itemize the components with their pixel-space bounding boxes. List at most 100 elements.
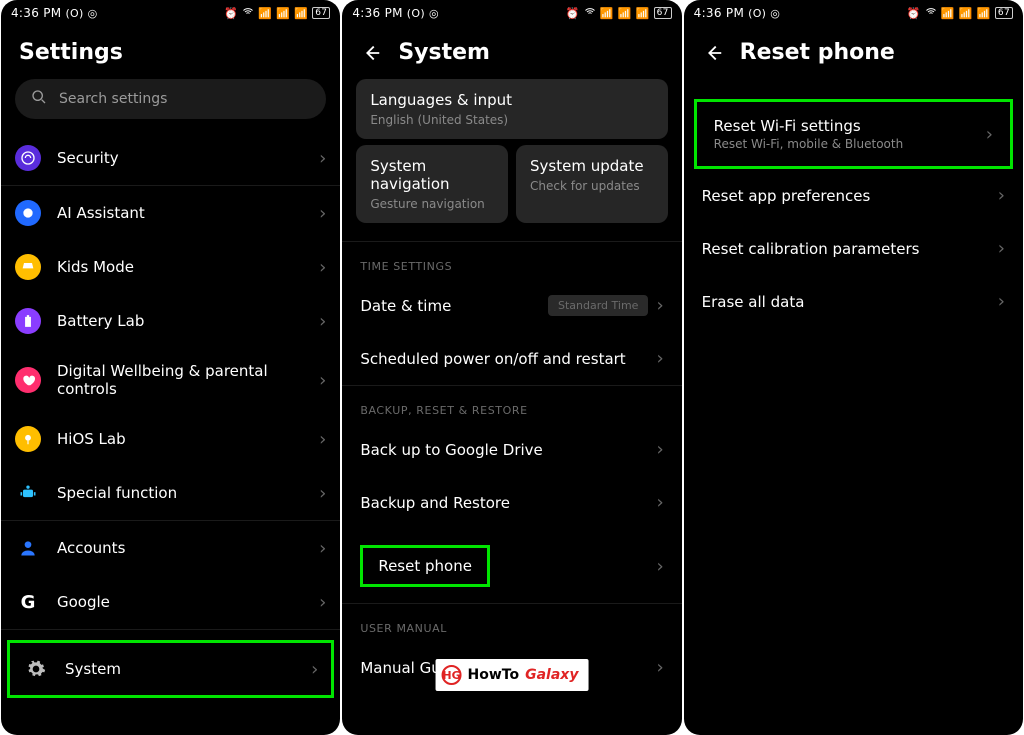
row-label: AI Assistant [57, 204, 303, 222]
chevron-right-icon: › [656, 348, 663, 369]
wifi-icon [242, 6, 254, 20]
hios-lab-icon [15, 426, 41, 452]
card-title: Languages & input [370, 91, 653, 109]
battery-icon: 67 [312, 7, 330, 19]
alarm-icon: ⏰ [566, 8, 580, 19]
signal-icon: 📶 [294, 8, 308, 19]
chevron-right-icon: › [656, 295, 663, 316]
row-erase-all-data[interactable]: Erase all data › [684, 275, 1023, 328]
row-backup-restore[interactable]: Backup and Restore › [342, 476, 681, 529]
signal-icon: 📶 [959, 8, 973, 19]
row-label: Reset Wi-Fi settings [714, 117, 978, 135]
status-bar: 4:36 PM (O) ◎ ⏰ 📶 📶 📶 67 [684, 0, 1023, 22]
row-label: Erase all data [702, 293, 990, 311]
page-header: Settings [1, 22, 340, 79]
special-fn-icon [15, 480, 41, 506]
settings-row-kids-mode[interactable]: Kids Mode › [1, 240, 340, 294]
chevron-right-icon: › [319, 592, 326, 613]
card-languages-input[interactable]: Languages & input English (United States… [356, 79, 667, 139]
card-system-navigation[interactable]: System navigation Gesture navigation [356, 145, 508, 223]
row-label: System [65, 660, 295, 678]
chevron-right-icon: › [656, 492, 663, 513]
chevron-right-icon: › [319, 148, 326, 169]
row-scheduled-power[interactable]: Scheduled power on/off and restart › [342, 332, 681, 385]
row-reset-wifi[interactable]: Reset Wi-Fi settings Reset Wi-Fi, mobile… [694, 99, 1013, 169]
page-title: Reset phone [740, 40, 895, 65]
row-label: Battery Lab [57, 312, 303, 330]
watermark-text-2: Galaxy [525, 667, 578, 683]
chevron-right-icon: › [319, 483, 326, 504]
settings-row-wellbeing[interactable]: Digital Wellbeing & parental controls › [1, 348, 340, 412]
row-reset-app-prefs[interactable]: Reset app preferences › [684, 169, 1023, 222]
system-icon [23, 656, 49, 682]
row-label: Reset calibration parameters [702, 240, 990, 258]
page-header: System [342, 22, 681, 79]
row-date-time[interactable]: Date & time Standard Time › [342, 279, 681, 332]
chevron-right-icon: › [998, 291, 1005, 312]
settings-row-hios-lab[interactable]: HiOS Lab › [1, 412, 340, 466]
back-button[interactable] [360, 42, 382, 64]
page-title: Settings [19, 40, 123, 65]
settings-row-google[interactable]: G Google › [1, 575, 340, 629]
search-icon [31, 89, 47, 109]
settings-row-system[interactable]: System › [7, 640, 334, 698]
settings-row-security[interactable]: Security › [1, 131, 340, 185]
chevron-right-icon: › [319, 538, 326, 559]
row-label: Kids Mode [57, 258, 303, 276]
three-screens: 4:36 PM (O) ◎ ⏰ 📶 📶 📶 67 Settings [0, 0, 1024, 735]
chevron-right-icon: › [998, 238, 1005, 259]
wifi-icon [925, 6, 937, 20]
status-time: 4:36 PM [11, 6, 61, 20]
row-label: HiOS Lab [57, 430, 303, 448]
section-user-manual: USER MANUAL [342, 604, 681, 641]
chevron-right-icon: › [656, 556, 663, 577]
status-time: 4:36 PM [352, 6, 402, 20]
settings-row-special-function[interactable]: Special function › [1, 466, 340, 520]
row-label: Accounts [57, 539, 303, 557]
watermark-badge: HG HowTo Galaxy [436, 659, 589, 691]
ai-assistant-icon [15, 200, 41, 226]
status-dot-icon: ◎ [429, 8, 439, 19]
card-title: System navigation [370, 157, 494, 193]
status-bar: 4:36 PM (O) ◎ ⏰ 📶 📶 📶 67 [1, 0, 340, 22]
status-dot-icon: ◎ [88, 8, 98, 19]
card-system-update[interactable]: System update Check for updates [516, 145, 668, 223]
signal-icon: 📶 [600, 8, 614, 19]
security-icon [15, 145, 41, 171]
status-dot-icon: (O) [407, 8, 425, 19]
row-backup-gdrive[interactable]: Back up to Google Drive › [342, 423, 681, 476]
section-time-settings: TIME SETTINGS [342, 242, 681, 279]
search-input[interactable]: Search settings [15, 79, 326, 119]
section-backup-reset: BACKUP, RESET & RESTORE [342, 386, 681, 423]
row-sublabel: Reset Wi-Fi, mobile & Bluetooth [714, 137, 978, 151]
settings-row-accounts[interactable]: Accounts › [1, 521, 340, 575]
row-reset-calibration[interactable]: Reset calibration parameters › [684, 222, 1023, 275]
signal-icon: 📶 [977, 8, 991, 19]
settings-row-battery-lab[interactable]: Battery Lab › [1, 294, 340, 348]
watermark-text-1: HowTo [468, 667, 520, 683]
card-subtitle: Check for updates [530, 179, 654, 193]
alarm-icon: ⏰ [224, 8, 238, 19]
chevron-right-icon: › [656, 439, 663, 460]
row-label: Backup and Restore [360, 494, 648, 512]
page-header: Reset phone [684, 22, 1023, 79]
signal-icon: 📶 [618, 8, 632, 19]
back-button[interactable] [702, 42, 724, 64]
watermark-logo-icon: HG [442, 665, 462, 685]
row-label: Back up to Google Drive [360, 441, 648, 459]
phone-screen-system: 4:36 PM (O) ◎ ⏰ 📶 📶 📶 67 System [342, 0, 681, 735]
row-reset-phone[interactable]: Reset phone › [342, 529, 681, 603]
row-label: Special function [57, 484, 303, 502]
row-label: Security [57, 149, 303, 167]
accounts-icon [15, 535, 41, 561]
signal-icon: 📶 [636, 8, 650, 19]
settings-row-ai-assistant[interactable]: AI Assistant › [1, 186, 340, 240]
chevron-right-icon: › [319, 257, 326, 278]
chevron-right-icon: › [998, 185, 1005, 206]
chevron-right-icon: › [656, 657, 663, 678]
wifi-icon [584, 6, 596, 20]
row-label: Scheduled power on/off and restart [360, 350, 648, 368]
page-title: System [398, 40, 490, 65]
status-dot-icon: (O) [748, 8, 766, 19]
phone-screen-settings: 4:36 PM (O) ◎ ⏰ 📶 📶 📶 67 Settings [1, 0, 340, 735]
